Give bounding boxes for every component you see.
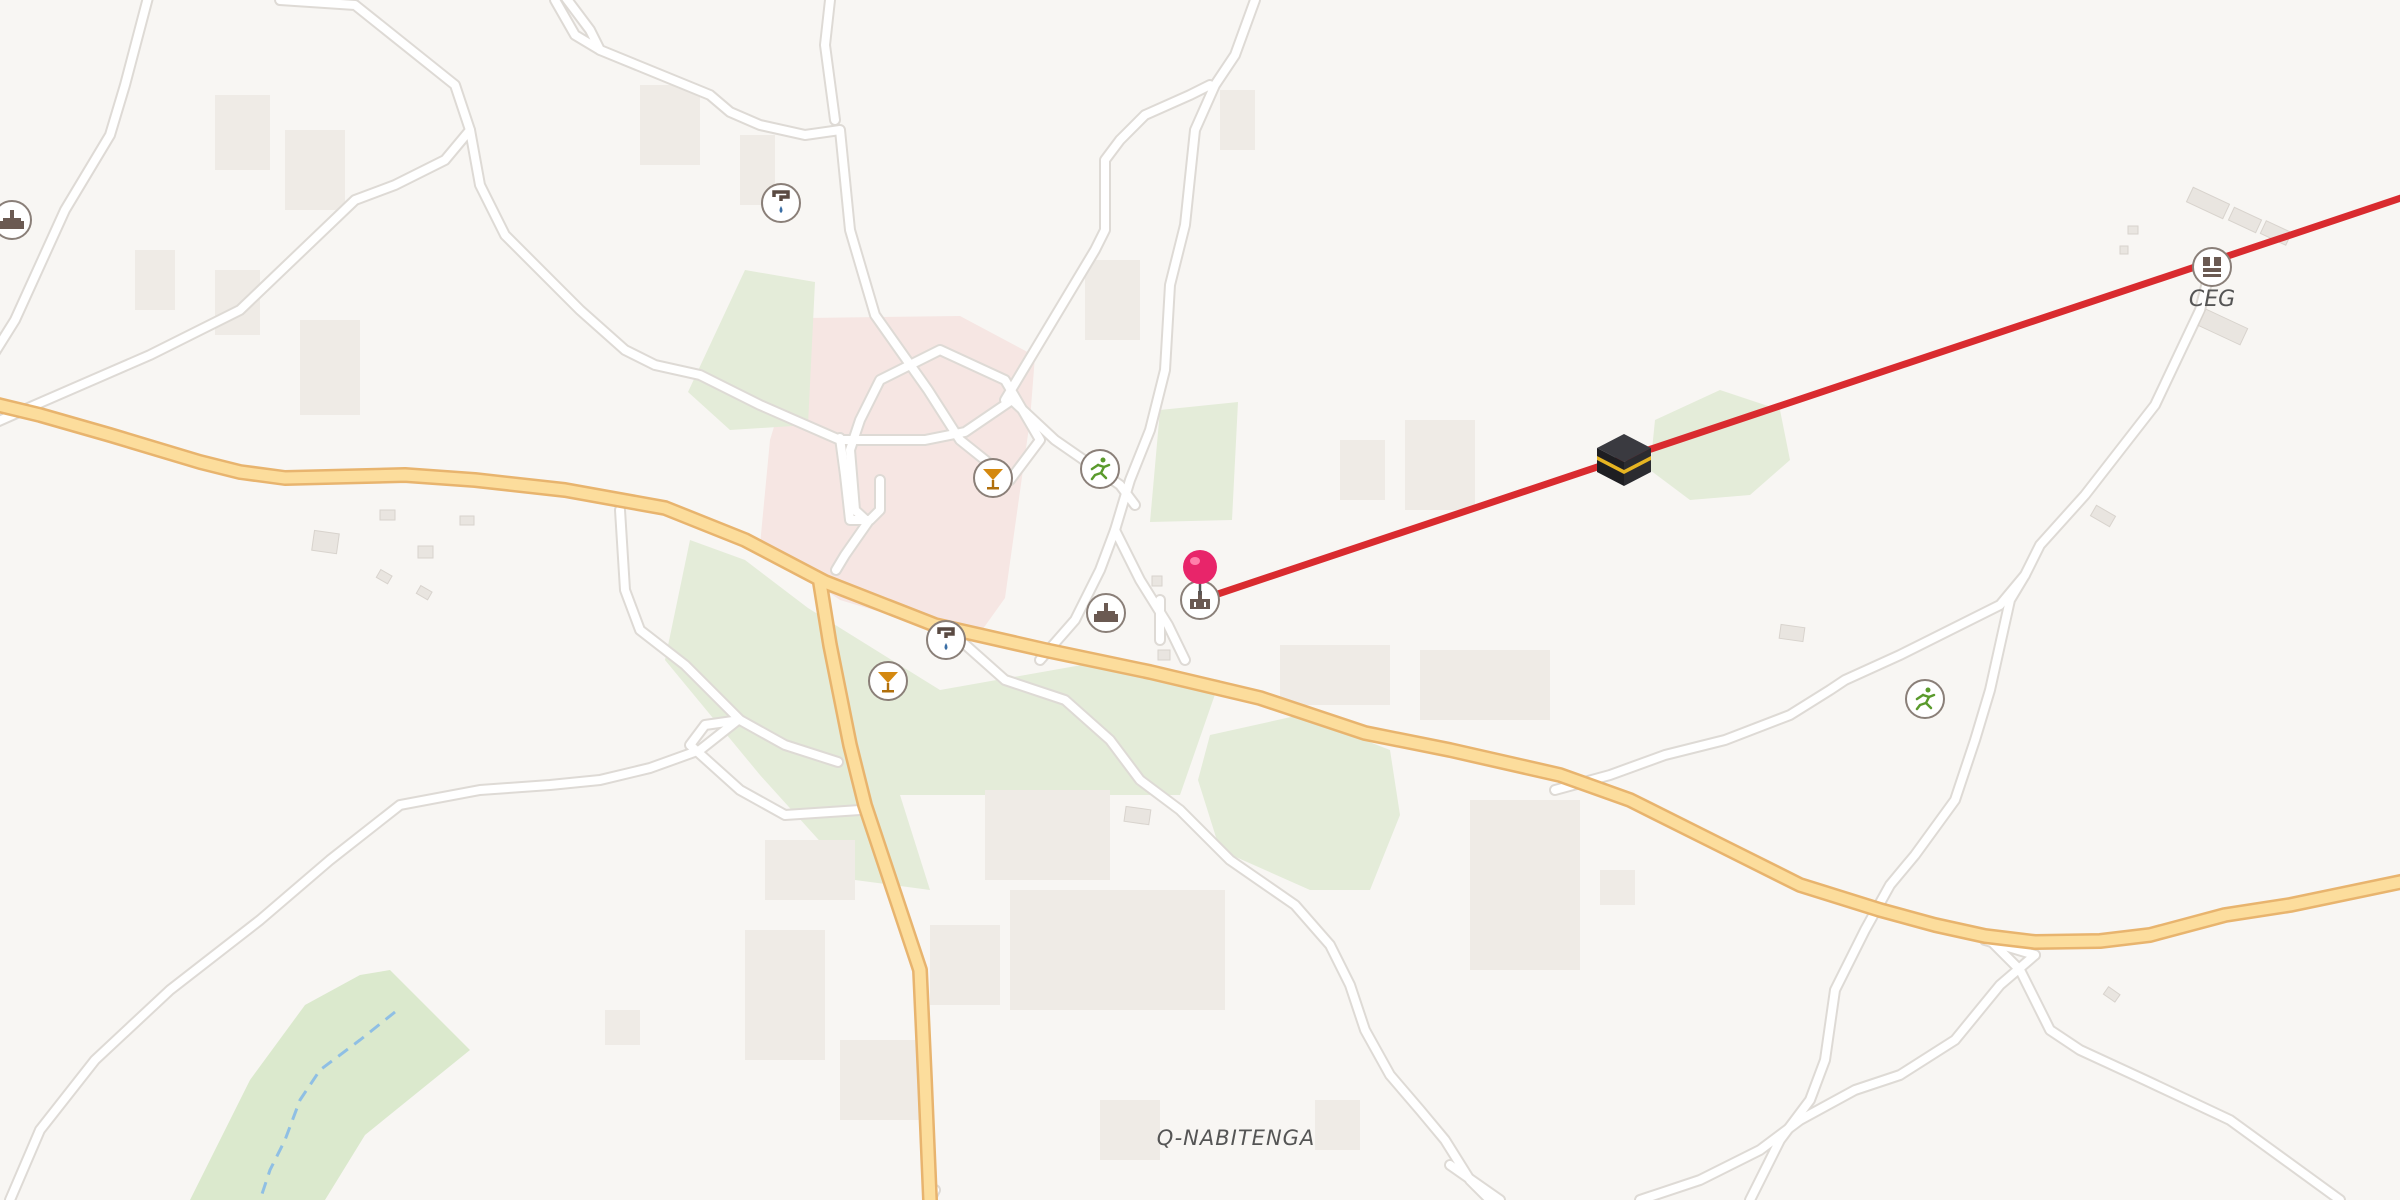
building: [1010, 890, 1225, 1010]
building: [1220, 90, 1255, 150]
building: [2197, 308, 2249, 346]
building: [2089, 504, 2117, 528]
building: [415, 584, 433, 601]
building: [1123, 805, 1152, 826]
building: [135, 250, 175, 310]
building: [2119, 245, 2129, 255]
pin-head: [1183, 550, 1217, 584]
building: [1405, 420, 1475, 510]
building: [1100, 1100, 1160, 1160]
building: [1315, 1100, 1360, 1150]
map-canvas[interactable]: CEG Q-NABITENGA: [0, 0, 2400, 1200]
building: [640, 85, 700, 165]
building: [375, 568, 393, 585]
poi-bar[interactable]: [973, 458, 1013, 498]
building: [285, 130, 345, 210]
building: [1600, 870, 1635, 905]
building: [2102, 986, 2121, 1003]
building: [745, 930, 825, 1060]
building: [1470, 800, 1580, 970]
poi-sports[interactable]: [1905, 679, 1945, 719]
building: [765, 840, 855, 900]
building: [417, 545, 434, 559]
building: [1157, 649, 1171, 661]
building: [379, 509, 396, 521]
building: [985, 790, 1110, 880]
poi-bar[interactable]: [868, 661, 908, 701]
poi-background: [761, 183, 801, 223]
poi-place-of-worship[interactable]: [0, 200, 32, 240]
building: [1280, 645, 1390, 705]
locality-label: Q-NABITENGA: [1157, 1126, 1316, 1150]
building: [459, 515, 475, 526]
park-area: [1150, 402, 1238, 522]
poi-school-ceg[interactable]: [2192, 247, 2232, 287]
building: [2127, 225, 2139, 235]
building: [1778, 623, 1806, 643]
building: [1151, 575, 1163, 587]
poi-background: [2192, 247, 2232, 287]
poi-place-of-worship[interactable]: [1086, 593, 1126, 633]
poi-water-tap[interactable]: [761, 183, 801, 223]
poi-background: [926, 620, 966, 660]
poi-water-tap[interactable]: [926, 620, 966, 660]
building: [1085, 260, 1140, 340]
building: [1340, 440, 1385, 500]
building: [1420, 650, 1550, 720]
school-label: CEG: [2189, 287, 2235, 312]
building: [300, 320, 360, 415]
building: [930, 925, 1000, 1005]
building: [311, 529, 340, 555]
poi-sports[interactable]: [1080, 449, 1120, 489]
building: [2227, 206, 2263, 234]
poi-background: [1080, 449, 1120, 489]
kaaba-icon[interactable]: [1597, 434, 1651, 486]
pin-highlight: [1190, 557, 1200, 565]
building: [2185, 186, 2231, 220]
park-area: [190, 970, 470, 1200]
building: [605, 1010, 640, 1045]
building: [215, 95, 270, 170]
poi-background: [1905, 679, 1945, 719]
